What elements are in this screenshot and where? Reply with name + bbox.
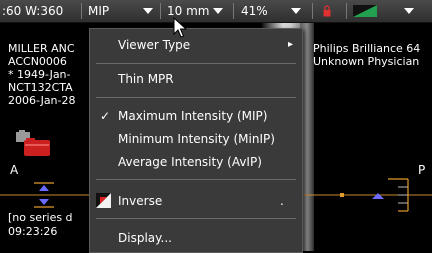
menu-separator bbox=[96, 63, 296, 64]
menu-item-display[interactable]: Display... bbox=[90, 227, 302, 249]
mouse-cursor-icon bbox=[173, 16, 188, 39]
menu-item-label: Maximum Intensity (MIP) bbox=[118, 109, 268, 123]
referring-physician: Unknown Physician bbox=[313, 55, 420, 68]
zoom-dropdown-arrow-icon[interactable] bbox=[291, 8, 301, 14]
window-level-readout[interactable]: :60 W:360 bbox=[2, 0, 63, 22]
submenu-arrow-icon: ▸ bbox=[288, 39, 294, 50]
viewer-toolbar: :60 W:360 MIP 10 mm 41% bbox=[0, 0, 432, 23]
projection-dropdown-label[interactable]: MIP bbox=[88, 0, 109, 22]
toolbar-separator bbox=[312, 3, 313, 19]
inverse-icon bbox=[96, 193, 111, 208]
patient-name: MILLER ANC bbox=[8, 42, 75, 55]
acquisition-time: 09:23:26 bbox=[8, 225, 58, 238]
study-date: 2006-Jan-28 bbox=[8, 94, 76, 107]
menu-item-inverse[interactable]: Inverse . bbox=[90, 190, 302, 212]
menu-item-label: Minimum Intensity (MinIP) bbox=[118, 132, 275, 146]
menu-item-minip[interactable]: Minimum Intensity (MinIP) bbox=[90, 128, 302, 150]
menu-item-viewer-type[interactable]: Viewer Type ▸ bbox=[90, 34, 302, 56]
toolbar-separator bbox=[233, 3, 234, 19]
window-preset-swatch-icon[interactable] bbox=[353, 5, 377, 17]
menu-item-label: Thin MPR bbox=[118, 72, 174, 86]
menu-item-label: Inverse bbox=[118, 194, 163, 208]
menu-separator bbox=[96, 218, 296, 219]
projection-dropdown-arrow-icon[interactable] bbox=[143, 8, 153, 14]
birth-date: * 1949-Jan- bbox=[8, 68, 71, 81]
preset-dropdown-arrow-icon[interactable] bbox=[404, 8, 414, 14]
viewer-context-menu: Viewer Type ▸ Thin MPR ✓ Maximum Intensi… bbox=[89, 28, 303, 253]
menu-item-thin-mpr[interactable]: Thin MPR bbox=[90, 68, 302, 90]
menu-item-mip[interactable]: ✓ Maximum Intensity (MIP) bbox=[90, 105, 302, 127]
lock-icon[interactable] bbox=[323, 5, 331, 17]
menu-item-label: Average Intensity (AvIP) bbox=[118, 155, 262, 169]
toolbar-separator bbox=[81, 3, 82, 19]
slab-thickness-dropdown-arrow-icon[interactable] bbox=[213, 8, 223, 14]
menu-item-avip[interactable]: Average Intensity (AvIP) bbox=[90, 151, 302, 173]
scanner-model: Philips Brilliance 64 bbox=[313, 42, 421, 55]
accession-number: ACCN0006 bbox=[8, 55, 67, 68]
shortcut-label: . bbox=[280, 194, 284, 208]
slab-center-marker bbox=[340, 193, 344, 197]
toolbar-separator bbox=[160, 3, 161, 19]
zoom-dropdown-label[interactable]: 41% bbox=[241, 0, 268, 22]
toolbar-separator bbox=[346, 3, 347, 19]
menu-separator bbox=[96, 179, 296, 180]
series-folders-icon[interactable] bbox=[16, 130, 52, 158]
menu-separator bbox=[96, 97, 296, 98]
checkmark-icon: ✓ bbox=[100, 109, 111, 123]
menu-item-label: Display... bbox=[118, 231, 172, 245]
study-id: NCT132CTA bbox=[8, 81, 73, 94]
